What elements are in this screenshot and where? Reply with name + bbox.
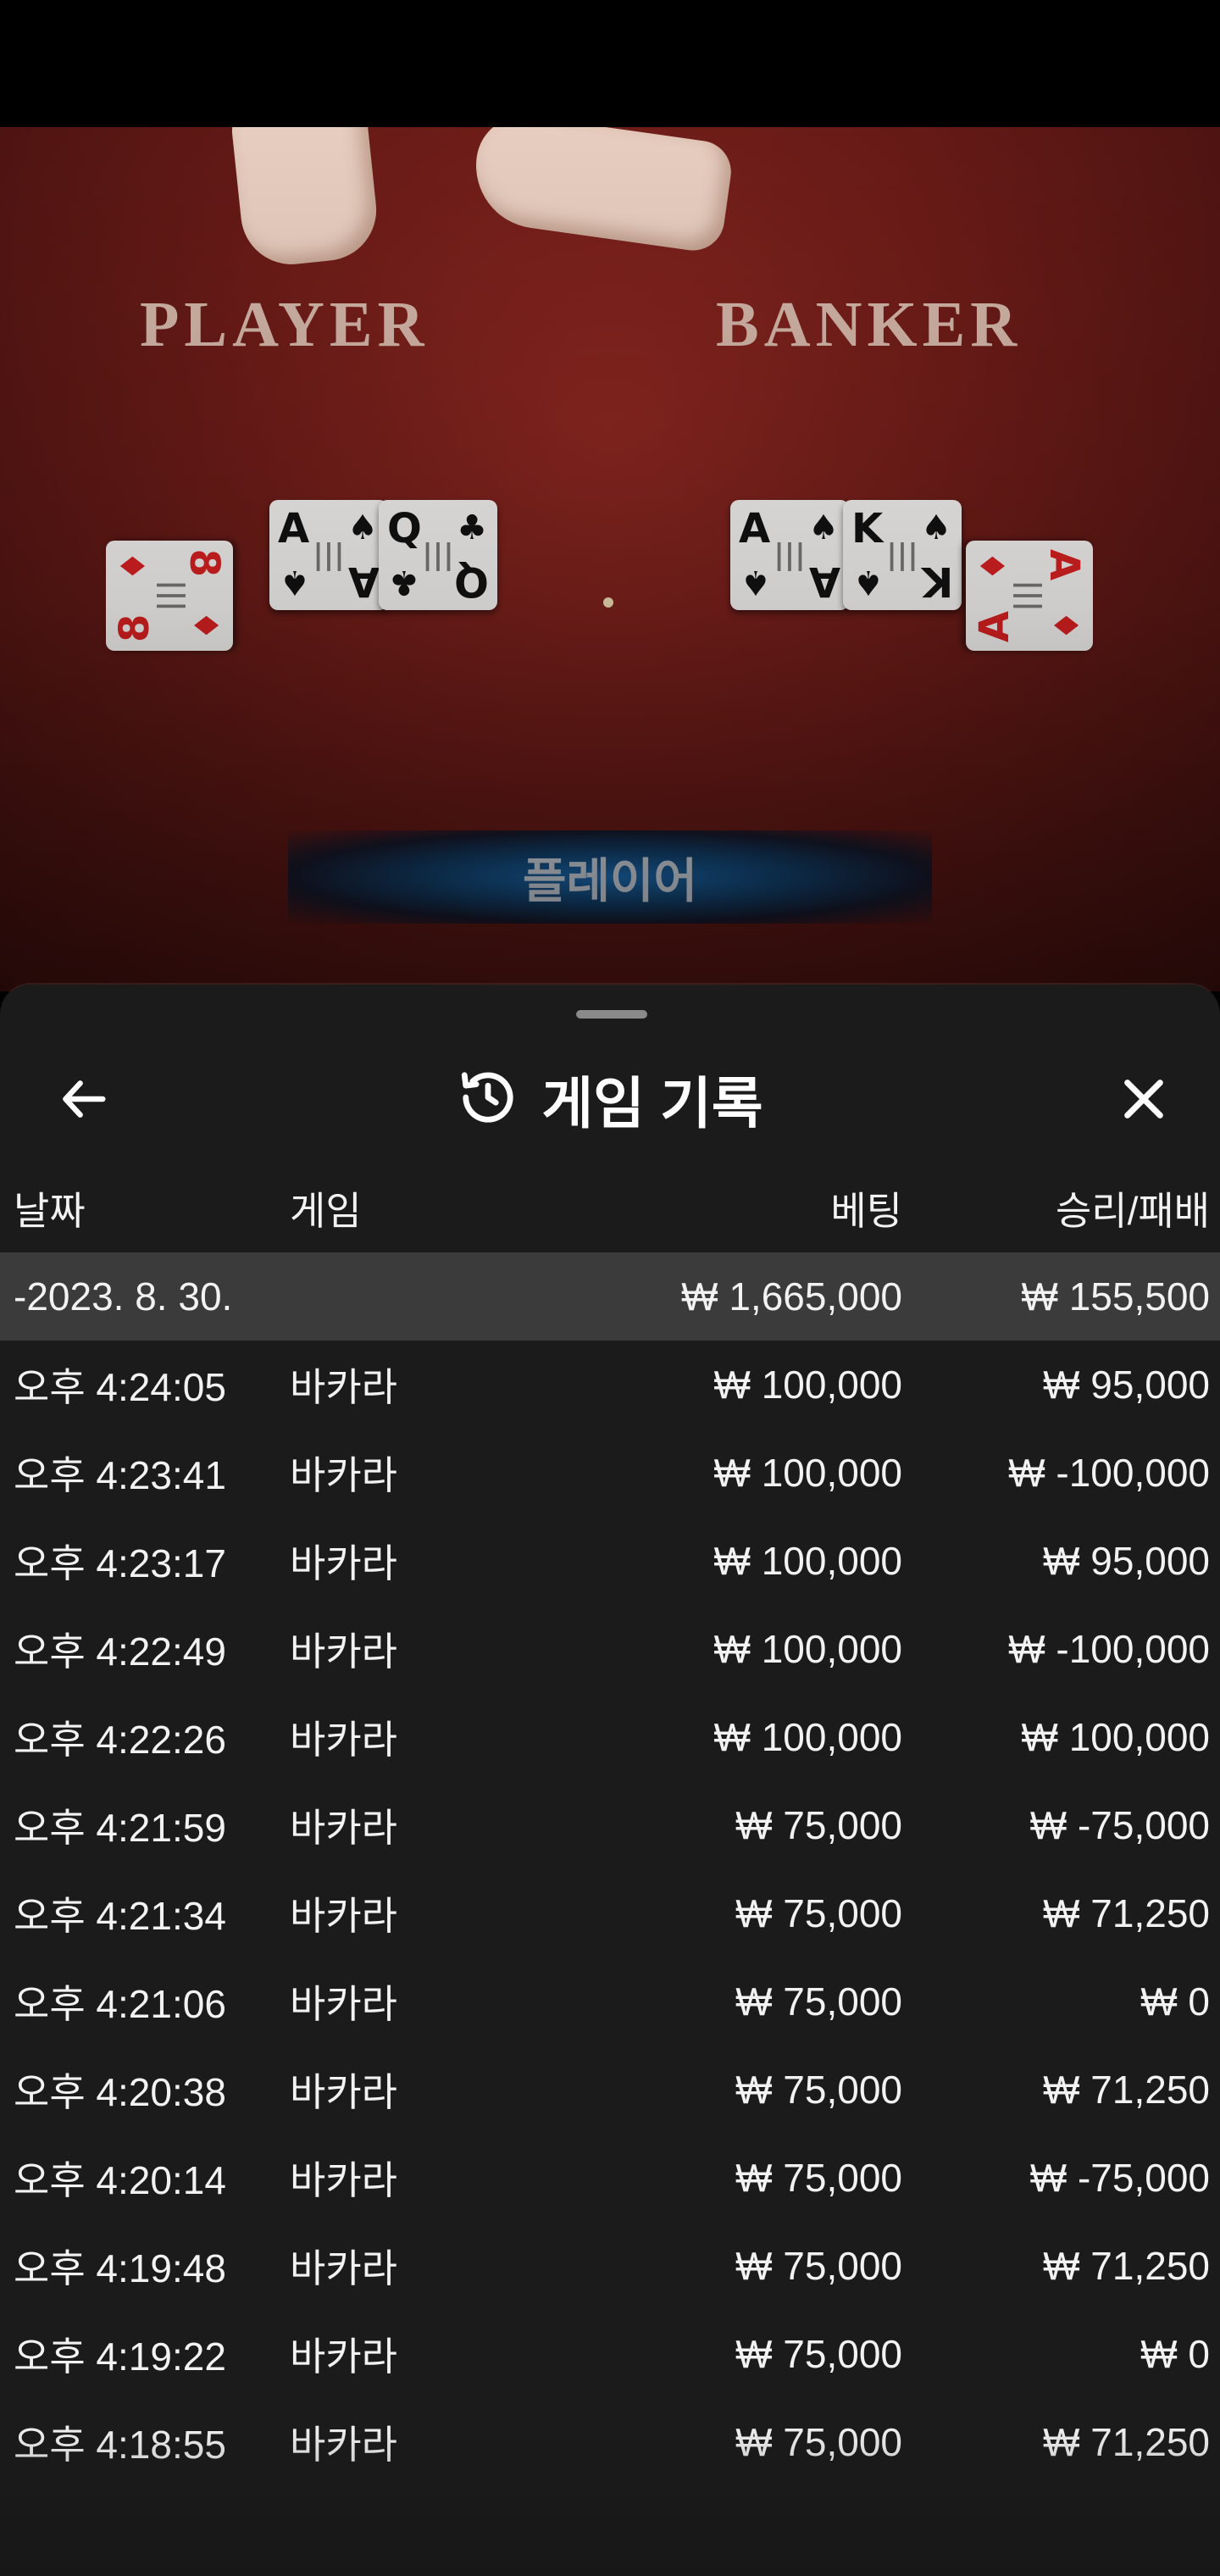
sheet-title: 게임 기록 <box>541 1072 763 1135</box>
row-time: 오후 4:23:17 <box>14 1541 226 1585</box>
row-game: 바카라 <box>290 2070 397 2114</box>
live-video-feed: PLAYER BANKER 8 ♦ ||| 8 ♦ A ♠ ||| A ♠ Q ♣ ||| Q ♣ A ♠… <box>0 127 1220 991</box>
player-card-1: 8 ♦ ||| 8 ♦ <box>106 541 233 651</box>
row-time: 오후 4:21:59 <box>14 1806 226 1850</box>
row-bet: ₩ 100,000 <box>713 1627 902 1671</box>
sheet-title-group: 게임 기록 <box>0 1044 1220 1154</box>
player-table-label: PLAYER <box>140 289 430 360</box>
row-time: 오후 4:22:26 <box>14 1718 226 1762</box>
row-game: 바카라 <box>290 1718 397 1762</box>
player-card-2: A ♠ ||| A ♠ <box>269 500 388 610</box>
history-icon <box>457 1066 519 1133</box>
row-time: 오후 4:20:38 <box>14 2070 226 2114</box>
column-header-date: 날짜 <box>14 1189 86 1233</box>
row-bet: ₩ 75,000 <box>735 2420 902 2464</box>
row-time: 오후 4:21:06 <box>14 1982 226 2026</box>
dealer-right-hand <box>468 127 735 255</box>
row-result: ₩ -75,000 <box>1029 2156 1210 2200</box>
banker-table-label: BANKER <box>716 289 1023 360</box>
row-result: ₩ 0 <box>1140 1979 1210 2024</box>
table-row[interactable]: 오후 4:21:34 바카라 ₩ 75,000 ₩ 71,250 <box>0 1869 1220 1957</box>
row-bet: ₩ 75,000 <box>735 1979 902 2024</box>
row-time: 오후 4:19:22 <box>14 2334 226 2379</box>
table-row[interactable]: 오후 4:24:05 바카라 ₩ 100,000 ₩ 95,000 <box>0 1341 1220 1429</box>
row-bet: ₩ 75,000 <box>735 2156 902 2200</box>
row-time: 오후 4:22:49 <box>14 1629 226 1674</box>
row-time: 오후 4:24:05 <box>14 1365 226 1409</box>
arrow-left-icon <box>58 1072 112 1130</box>
dealer-left-hand <box>228 127 382 269</box>
banker-card-3: A ♦ ||| A ♦ <box>966 541 1093 651</box>
row-time: 오후 4:23:41 <box>14 1453 226 1497</box>
row-bet: ₩ 100,000 <box>713 1715 902 1759</box>
sheet-drag-handle[interactable] <box>576 1010 647 1019</box>
row-bet: ₩ 100,000 <box>713 1539 902 1583</box>
sheet-header: 게임 기록 <box>0 1044 1220 1154</box>
table-row[interactable]: 오후 4:19:22 바카라 ₩ 75,000 ₩ 0 <box>0 2310 1220 2398</box>
banker-card-2: K ♠ ||| K ♠ <box>843 500 962 610</box>
status-bar <box>0 0 1220 127</box>
row-bet: ₩ 100,000 <box>713 1451 902 1495</box>
table-row[interactable]: 오후 4:23:41 바카라 ₩ 100,000 ₩ -100,000 <box>0 1429 1220 1517</box>
row-result: ₩ 71,250 <box>1043 2244 1210 2288</box>
row-result: ₩ 95,000 <box>1043 1539 1210 1583</box>
table-row[interactable]: 오후 4:22:49 바카라 ₩ 100,000 ₩ -100,000 <box>0 1605 1220 1693</box>
table-row[interactable]: 오후 4:19:48 바카라 ₩ 75,000 ₩ 71,250 <box>0 2222 1220 2310</box>
history-table-header: 날짜 게임 베팅 승리/패배 <box>0 1168 1220 1249</box>
row-game: 바카라 <box>290 2423 397 2467</box>
column-header-game: 게임 <box>290 1189 362 1233</box>
row-result: ₩ 100,000 <box>1021 1715 1210 1759</box>
row-bet: ₩ 75,000 <box>735 1891 902 1935</box>
row-game: 바카라 <box>290 1894 397 1938</box>
row-time: 오후 4:19:48 <box>14 2246 226 2290</box>
row-time: 오후 4:18:55 <box>14 2423 226 2467</box>
row-time: 오후 4:21:34 <box>14 1894 226 1938</box>
winner-banner: 플레이어 <box>288 830 932 924</box>
row-game: 바카라 <box>290 1365 397 1409</box>
banker-card-1: A ♠ ||| A ♠ <box>730 500 849 610</box>
row-game: 바카라 <box>290 1453 397 1497</box>
table-row[interactable]: 오후 4:21:59 바카라 ₩ 75,000 ₩ -75,000 <box>0 1781 1220 1869</box>
table-row[interactable]: 오후 4:20:14 바카라 ₩ 75,000 ₩ -75,000 <box>0 2134 1220 2222</box>
close-icon <box>1116 1071 1172 1131</box>
table-row[interactable]: 오후 4:21:06 바카라 ₩ 75,000 ₩ 0 <box>0 1957 1220 2046</box>
column-header-bet: 베팅 <box>830 1189 902 1233</box>
row-bet: ₩ 75,000 <box>735 2244 902 2288</box>
close-button[interactable] <box>1106 1063 1182 1139</box>
row-bet: ₩ 75,000 <box>735 2332 902 2376</box>
table-row[interactable]: 오후 4:23:17 바카라 ₩ 100,000 ₩ 95,000 <box>0 1517 1220 1605</box>
row-game: 바카라 <box>290 2334 397 2379</box>
player-card-3: Q ♣ ||| Q ♣ <box>379 500 497 610</box>
table-row[interactable]: 오후 4:22:26 바카라 ₩ 100,000 ₩ 100,000 <box>0 1693 1220 1781</box>
row-result: ₩ 95,000 <box>1043 1363 1210 1407</box>
row-game: 바카라 <box>290 1541 397 1585</box>
table-row[interactable]: 오후 4:18:55 바카라 ₩ 75,000 ₩ 71,250 <box>0 2398 1220 2486</box>
date-summary-row[interactable]: -2023. 8. 30. ₩ 1,665,000 ₩ 155,500 <box>0 1252 1220 1341</box>
row-game: 바카라 <box>290 2158 397 2202</box>
row-game: 바카라 <box>290 2246 397 2290</box>
row-result: ₩ 71,250 <box>1043 2068 1210 2112</box>
row-result: ₩ 71,250 <box>1043 2420 1210 2464</box>
row-result: ₩ -75,000 <box>1029 1803 1210 1847</box>
row-bet: ₩ 100,000 <box>713 1363 902 1407</box>
row-game: 바카라 <box>290 1629 397 1674</box>
row-result: ₩ 71,250 <box>1043 1891 1210 1935</box>
row-result: ₩ 0 <box>1140 2332 1210 2376</box>
back-button[interactable] <box>47 1063 123 1139</box>
row-result: ₩ -100,000 <box>1008 1451 1210 1495</box>
summary-date: -2023. 8. 30. <box>14 1274 233 1319</box>
row-game: 바카라 <box>290 1806 397 1850</box>
row-result: ₩ -100,000 <box>1008 1627 1210 1671</box>
table-marker <box>603 597 613 608</box>
history-table-body: -2023. 8. 30. ₩ 1,665,000 ₩ 155,500 오후 4… <box>0 1252 1220 2486</box>
row-bet: ₩ 75,000 <box>735 2068 902 2112</box>
summary-result: ₩ 155,500 <box>1021 1274 1210 1319</box>
row-time: 오후 4:20:14 <box>14 2158 226 2202</box>
row-bet: ₩ 75,000 <box>735 1803 902 1847</box>
column-header-result: 승리/패배 <box>1055 1189 1210 1233</box>
table-row[interactable]: 오후 4:20:38 바카라 ₩ 75,000 ₩ 71,250 <box>0 2046 1220 2134</box>
row-game: 바카라 <box>290 1982 397 2026</box>
summary-bet: ₩ 1,665,000 <box>681 1274 902 1319</box>
